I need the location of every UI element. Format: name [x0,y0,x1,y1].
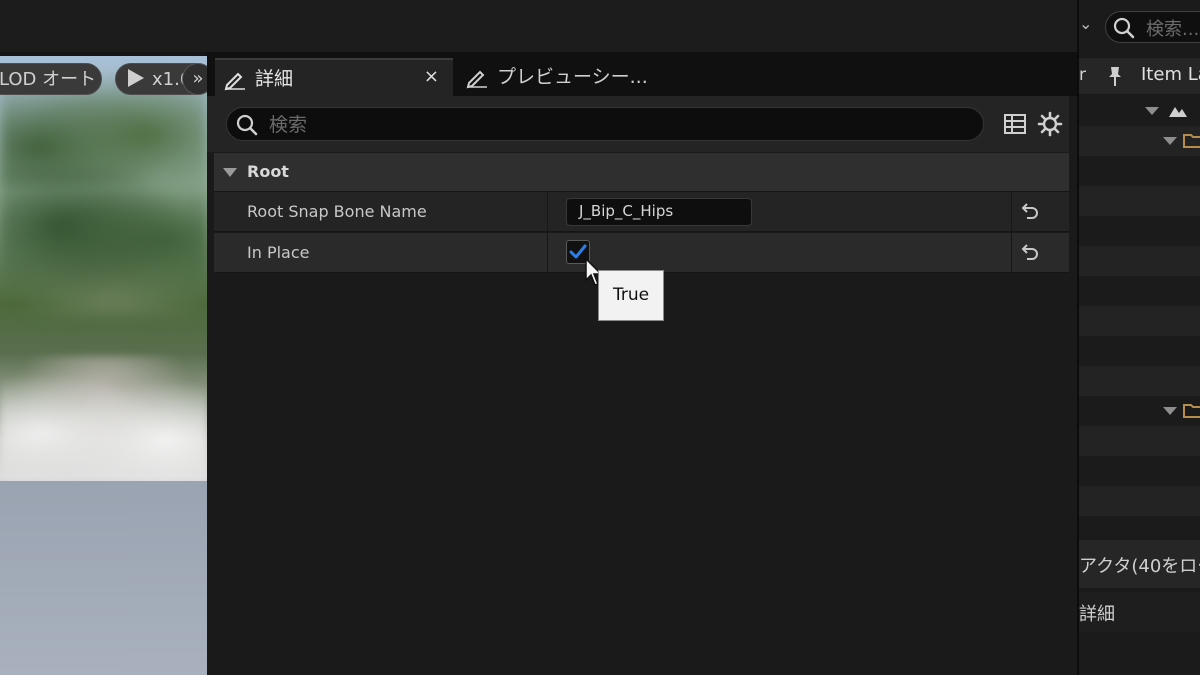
tree-row[interactable] [1079,396,1200,426]
section-root[interactable]: Root [214,153,1069,192]
tree-row[interactable] [1079,366,1200,396]
property-label: In Place [247,243,310,262]
outliner-column-header: r Item La [1079,58,1200,94]
tab-preview-scene[interactable]: プレビューシー... [457,58,677,96]
expand-triangle-icon [1163,137,1177,145]
details-panel: 詳細 × プレビューシー... Root [207,52,1077,675]
property-row-root-snap-bone: Root Snap Bone Name J_Bip_C_Hips [214,192,1069,232]
lod-button[interactable]: LOD オート [0,63,102,95]
search-icon [1113,17,1135,39]
tree-row[interactable] [1079,246,1200,276]
outliner-status-bar: アクタ(40をロー [1079,540,1200,588]
tree-row[interactable] [1079,486,1200,516]
viewport-cars [0,356,207,486]
tree-row[interactable] [1079,276,1200,306]
tree-row[interactable] [1079,336,1200,366]
column-divider [1011,192,1012,232]
property-label: Root Snap Bone Name [247,202,427,221]
search-icon [236,114,258,136]
pencil-icon [224,72,245,91]
gear-icon[interactable] [1037,111,1063,137]
pin-icon[interactable] [1105,65,1125,87]
tab-preview-label: プレビューシー... [497,66,648,88]
play-icon [128,69,144,87]
property-row-in-place: In Place [214,233,1069,273]
folder-icon [1183,404,1200,418]
tree-row[interactable] [1079,216,1200,246]
search-input[interactable] [267,108,971,142]
table-view-icon[interactable] [1002,111,1028,137]
folder-icon [1183,134,1200,148]
tree-row[interactable] [1079,156,1200,186]
outliner-panel: ⌄ 検索... r Item La [1077,0,1200,675]
world-icon [1169,107,1187,117]
collapse-triangle-icon [223,168,237,177]
outliner-search-box[interactable]: 検索... [1105,11,1200,43]
expand-triangle-icon [1163,407,1177,415]
lod-label: LOD オート [0,69,97,90]
column-divider [547,192,548,232]
expand-triangle-icon [1145,107,1159,115]
reset-arrow-icon[interactable] [1018,242,1040,264]
section-title: Root [247,162,289,181]
reset-arrow-icon[interactable] [1018,201,1040,223]
tooltip: True [598,270,664,321]
outliner-search-placeholder: 検索... [1146,19,1200,40]
viewport[interactable] [0,56,207,675]
tree-row[interactable] [1079,426,1200,456]
close-icon[interactable]: × [424,66,439,87]
tab-details[interactable]: 詳細 × [215,58,453,96]
column-header-item-label[interactable]: Item La [1141,64,1200,85]
column-divider [1011,233,1012,273]
tree-row[interactable] [1079,96,1200,126]
tab-bar: 詳細 × プレビューシー... [207,52,1077,96]
tree-row[interactable] [1079,126,1200,156]
outliner-details-tab[interactable]: 詳細 [1079,592,1200,632]
chevron-right-double-icon: » [192,68,204,89]
column-header-fragment: r [1079,65,1086,85]
toolbar-area [0,0,1078,52]
search-box[interactable] [226,107,984,142]
details-toolbar [207,96,1069,152]
chevron-down-icon[interactable]: ⌄ [1079,14,1092,33]
actor-count-text: アクタ(40をロー [1079,556,1200,577]
details-tab-label: 詳細 [1079,604,1115,625]
tab-details-label: 詳細 [255,68,294,90]
viewport-ground [0,481,207,675]
tree-row[interactable] [1079,186,1200,216]
pencil-icon [466,70,487,89]
bone-name-field[interactable]: J_Bip_C_Hips [566,198,752,226]
tree-row[interactable] [1079,306,1200,336]
tree-row[interactable] [1079,456,1200,486]
column-divider [547,233,548,273]
viewport-trees [0,166,207,316]
